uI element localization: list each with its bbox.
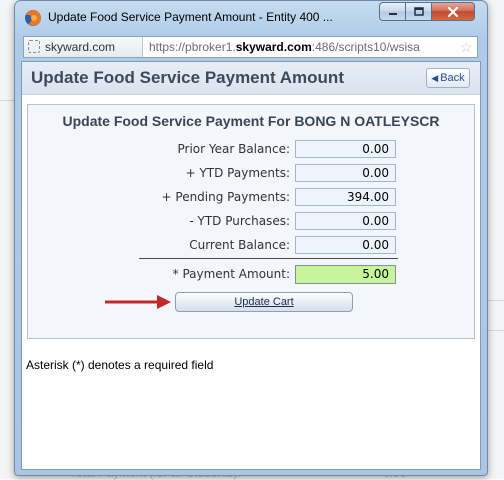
address-bar[interactable]: skyward.com https://pbroker1.skyward.com… bbox=[23, 36, 478, 58]
title-bar[interactable]: Update Food Service Payment Amount - Ent… bbox=[15, 1, 487, 34]
back-arrow-icon: ◀ bbox=[431, 72, 439, 83]
page-header: Update Food Service Payment Amount ◀ Bac… bbox=[22, 62, 480, 95]
pending-payments-label: + Pending Payments: bbox=[161, 190, 290, 204]
maximize-icon bbox=[413, 7, 424, 16]
page-content: Update Food Service Payment Amount ◀ Bac… bbox=[21, 61, 481, 470]
page-title: Update Food Service Payment Amount bbox=[31, 68, 344, 87]
update-cart-button[interactable]: Update Cart bbox=[175, 292, 353, 312]
close-button[interactable] bbox=[431, 2, 475, 21]
window-controls bbox=[379, 2, 475, 22]
site-identity-button[interactable]: skyward.com bbox=[24, 37, 143, 57]
minimize-button[interactable] bbox=[379, 2, 405, 21]
maximize-button[interactable] bbox=[405, 2, 431, 21]
background-divider bbox=[486, 330, 504, 331]
url-prefix: https://pbroker1. bbox=[149, 40, 236, 54]
back-button-label: Back bbox=[440, 72, 465, 84]
background-divider bbox=[486, 300, 504, 301]
url-domain: skyward.com bbox=[235, 40, 312, 54]
site-name: skyward.com bbox=[45, 40, 116, 54]
url-suffix: :486/scripts10/wsisa bbox=[311, 40, 420, 54]
panel-title: Update Food Service Payment For BONG N O… bbox=[62, 113, 440, 129]
popup-window: Update Food Service Payment Amount - Ent… bbox=[14, 0, 488, 476]
pointer-arrow-icon bbox=[105, 295, 171, 309]
current-balance-label: Current Balance: bbox=[189, 238, 290, 252]
payment-amount-label: * Payment Amount: bbox=[172, 267, 290, 281]
url-text[interactable]: https://pbroker1.skyward.com:486/scripts… bbox=[149, 40, 455, 54]
close-icon bbox=[447, 6, 459, 17]
ytd-payments-label: + YTD Payments: bbox=[185, 166, 290, 180]
bookmark-star-icon[interactable]: ☆ bbox=[460, 39, 473, 55]
prior-year-balance-value: 0.00 bbox=[295, 140, 396, 158]
pending-payments-value: 394.00 bbox=[295, 188, 396, 206]
background-divider bbox=[0, 100, 14, 101]
prior-year-balance-label: Prior Year Balance: bbox=[177, 142, 290, 156]
page-icon bbox=[28, 40, 40, 53]
ytd-payments-value: 0.00 bbox=[295, 164, 396, 182]
balance-divider bbox=[139, 258, 398, 259]
firefox-icon bbox=[25, 10, 41, 26]
ytd-purchases-value: 0.00 bbox=[295, 212, 396, 230]
current-balance-value: 0.00 bbox=[295, 236, 396, 254]
ytd-purchases-label: - YTD Purchases: bbox=[189, 214, 290, 228]
required-field-note: Asterisk (*) denotes a required field bbox=[26, 358, 214, 372]
minimize-icon bbox=[388, 12, 397, 15]
window-title: Update Food Service Payment Amount - Ent… bbox=[48, 10, 333, 24]
payment-panel: Update Food Service Payment For BONG N O… bbox=[27, 104, 475, 339]
back-button[interactable]: ◀ Back bbox=[426, 68, 470, 88]
payment-amount-input[interactable]: 5.00 bbox=[295, 265, 396, 284]
